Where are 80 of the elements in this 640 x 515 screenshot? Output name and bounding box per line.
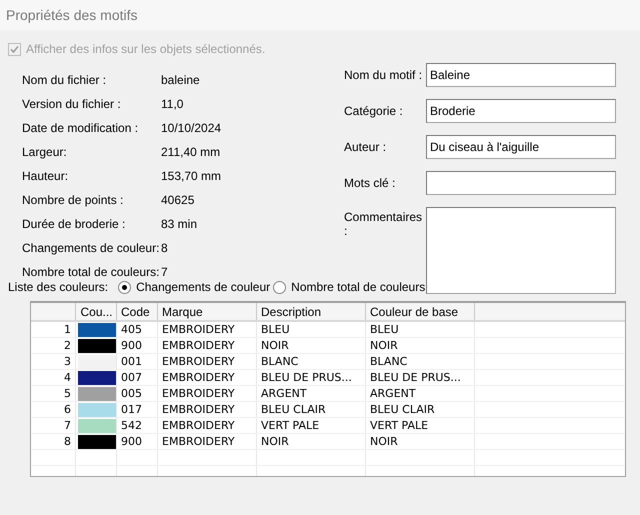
table-cell: NOIR bbox=[370, 434, 398, 448]
info-label: Largeur: bbox=[22, 145, 68, 159]
table-cell: BLEU DE PRUS... bbox=[261, 370, 352, 384]
column-header[interactable]: Description bbox=[256, 303, 366, 321]
info-label: Hauteur: bbox=[22, 169, 70, 183]
info-value: 11,0 bbox=[161, 97, 184, 111]
table-cell: EMBROIDERY bbox=[162, 402, 235, 416]
info-label: Changements de couleur: bbox=[22, 241, 160, 255]
radio-button[interactable] bbox=[273, 280, 286, 294]
field-label: Nom du motif : bbox=[344, 68, 424, 82]
info-value: 7 bbox=[161, 265, 169, 279]
table-cell: EMBROIDERY bbox=[162, 434, 235, 448]
table-cell: NOIR bbox=[261, 338, 289, 352]
table-cell: 542 bbox=[121, 418, 142, 432]
window-title: Propriétés des motifs bbox=[6, 7, 138, 23]
radio-button[interactable] bbox=[118, 280, 132, 294]
info-label: Version du fichier : bbox=[22, 97, 122, 111]
table-cell: BLANC bbox=[370, 354, 408, 368]
row-number: 1 bbox=[64, 322, 71, 336]
info-value: 153,70 mm bbox=[161, 169, 222, 183]
info-value: 40625 bbox=[161, 193, 196, 207]
info-label: Nombre total de couleurs: bbox=[22, 265, 160, 279]
info-value: baleine bbox=[161, 73, 201, 87]
table-cell: BLEU CLAIR bbox=[261, 402, 326, 416]
row-number: 5 bbox=[64, 386, 71, 400]
input-field[interactable]: Broderie bbox=[426, 99, 616, 123]
column-header[interactable]: Couleur de base bbox=[366, 303, 474, 321]
info-value: 211,40 mm bbox=[161, 145, 222, 159]
column-header[interactable]: Marque bbox=[158, 303, 256, 321]
table-cell: NOIR bbox=[261, 434, 289, 448]
table-cell: 005 bbox=[121, 386, 142, 400]
table-cell: 001 bbox=[121, 354, 142, 368]
info-value: 8 bbox=[161, 241, 169, 255]
info-label: Nombre de points : bbox=[22, 193, 124, 207]
input-field[interactable] bbox=[426, 171, 616, 195]
table-cell: 017 bbox=[121, 402, 142, 416]
column-header[interactable]: Code bbox=[116, 303, 158, 321]
table-cell: EMBROIDERY bbox=[162, 370, 235, 384]
table-cell: 900 bbox=[121, 338, 142, 352]
table-cell: NOIR bbox=[370, 338, 398, 352]
table-cell: EMBROIDERY bbox=[162, 354, 235, 368]
table-cell: BLEU bbox=[261, 322, 290, 336]
info-label: Durée de broderie : bbox=[22, 217, 126, 231]
checkbox-label: Afficher des infos sur les objets sélectionnés. bbox=[26, 42, 266, 56]
row-number: 7 bbox=[64, 418, 71, 432]
field-label: Mots clé : bbox=[344, 176, 396, 190]
row-number: 2 bbox=[64, 338, 71, 352]
table-cell: ARGENT bbox=[261, 386, 307, 400]
table-cell: BLEU DE PRUS... bbox=[370, 370, 461, 384]
row-number: 6 bbox=[64, 402, 71, 416]
table-cell: EMBROIDERY bbox=[162, 386, 235, 400]
table-cell: VERT PALE bbox=[261, 418, 320, 432]
table-cell: BLANC bbox=[261, 354, 298, 368]
row-number: 4 bbox=[64, 370, 71, 384]
info-label: Date de modification : bbox=[22, 121, 140, 135]
radio-label: Nombre total de couleurs bbox=[291, 280, 426, 294]
table-cell: 900 bbox=[121, 434, 142, 448]
table-cell: BLEU CLAIR bbox=[370, 402, 435, 416]
table-cell: VERT PALE bbox=[370, 418, 428, 432]
table-cell: 007 bbox=[121, 370, 142, 384]
table-cell: 405 bbox=[121, 322, 142, 336]
input-field[interactable]: Du ciseau à l'aiguille bbox=[426, 135, 616, 159]
info-value: 83 min bbox=[161, 217, 198, 231]
field-label: Commentaires : bbox=[344, 209, 424, 238]
comments-field[interactable] bbox=[426, 207, 616, 294]
color-list-label: Liste des couleurs: bbox=[8, 280, 108, 294]
table-cell: EMBROIDERY bbox=[162, 322, 235, 336]
row-number: 8 bbox=[64, 434, 71, 448]
info-label: Nom du fichier : bbox=[22, 73, 108, 87]
table-cell: ARGENT bbox=[370, 386, 416, 400]
table-cell: EMBROIDERY bbox=[162, 418, 235, 432]
column-header[interactable]: Cou... bbox=[76, 303, 116, 321]
radio-label: Changements de couleur bbox=[136, 280, 270, 294]
table-cell: EMBROIDERY bbox=[162, 338, 235, 352]
info-value: 10/10/2024 bbox=[161, 121, 222, 135]
table-cell: BLEU bbox=[370, 322, 399, 336]
field-label: Auteur : bbox=[344, 140, 388, 154]
field-label: Catégorie : bbox=[344, 104, 404, 118]
input-field[interactable]: Baleine bbox=[426, 63, 616, 87]
row-number: 3 bbox=[64, 354, 71, 368]
